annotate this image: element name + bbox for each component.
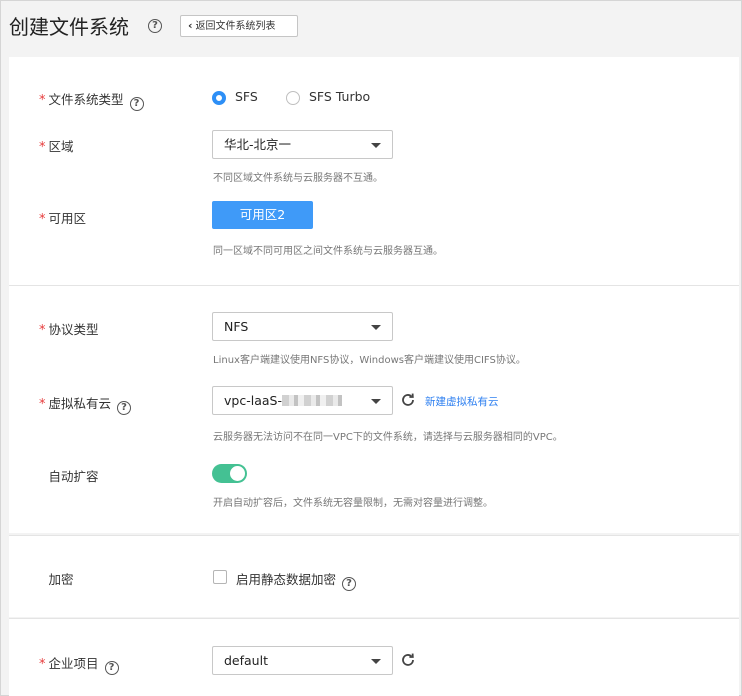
help-icon[interactable]: ? — [342, 577, 357, 591]
basic-section: * 文件系统类型? SFS SFS Turbo * 区域 华北-北京一 不同区域文件… — [9, 57, 739, 285]
required-mark: * — [39, 397, 46, 412]
encryption-section: *加密 启用静态数据加密? — [9, 535, 739, 617]
create-vpc-link[interactable]: 新建虚拟私有云 — [425, 394, 499, 409]
required-mark: * — [39, 657, 46, 672]
region-select-value: 华北-北京一 — [224, 137, 292, 152]
radio-sfs-turbo[interactable] — [286, 91, 300, 105]
page-frame: 创建文件系统 ? ‹ 返回文件系统列表 * 文件系统类型? SFS SFS Turb… — [0, 0, 742, 696]
auto-expand-label-text: 自动扩容 — [48, 469, 99, 484]
auto-expand-hint: 开启自动扩容后，文件系统无容量限制，无需对容量进行调整。 — [213, 498, 493, 509]
required-mark: * — [39, 323, 46, 338]
protocol-hint: Linux客户端建议使用NFS协议，Windows客户端建议使用CIFS协议。 — [213, 355, 526, 366]
chevron-left-icon: ‹ — [188, 19, 193, 32]
network-section: * 协议类型 NFS Linux客户端建议使用NFS协议，Windows客户端建议… — [9, 285, 739, 533]
help-icon[interactable]: ? — [117, 401, 132, 415]
az-label-text: 可用区 — [48, 211, 87, 226]
encryption-label: *加密 — [39, 569, 74, 588]
caret-down-icon — [371, 143, 381, 148]
help-icon[interactable]: ? — [129, 97, 144, 111]
encryption-checkbox[interactable] — [213, 570, 227, 584]
az-label: * 可用区 — [39, 208, 86, 227]
page-title: 创建文件系统 — [9, 15, 129, 39]
protocol-select[interactable]: NFS — [212, 312, 393, 341]
az-hint: 同一区域不同可用区之间文件系统与云服务器互通。 — [213, 246, 443, 257]
vpc-hint: 云服务器无法访问不在同一VPC下的文件系统，请选择与云服务器相同的VPC。 — [213, 432, 563, 443]
back-to-list-button[interactable]: ‹ 返回文件系统列表 — [180, 15, 298, 37]
region-label-text: 区域 — [48, 139, 74, 154]
vpc-label: * 虚拟私有云? — [39, 393, 132, 415]
radio-sfs-turbo-label[interactable]: SFS Turbo — [309, 89, 370, 104]
region-hint: 不同区域文件系统与云服务器不互通。 — [213, 173, 383, 184]
radio-sfs-label[interactable]: SFS — [235, 89, 258, 104]
vpc-select[interactable]: vpc-laaS- — [212, 386, 393, 415]
auto-expand-label: *自动扩容 — [39, 466, 99, 485]
protocol-label-text: 协议类型 — [48, 322, 99, 337]
enterprise-project-select[interactable]: default — [212, 646, 393, 675]
enterprise-project-label-text: 企业项目 — [48, 656, 99, 671]
required-mark: * — [39, 212, 46, 227]
caret-down-icon — [371, 399, 381, 404]
help-icon[interactable]: ? — [104, 661, 119, 675]
redacted-text — [281, 395, 342, 406]
enterprise-project-label: * 企业项目? — [39, 653, 119, 675]
caret-down-icon — [371, 325, 381, 330]
caret-down-icon — [371, 659, 381, 664]
fs-type-label-text: 文件系统类型 — [48, 92, 124, 107]
vpc-select-value: vpc-laaS- — [224, 393, 282, 408]
region-select[interactable]: 华北-北京一 — [212, 130, 393, 159]
az-option-button[interactable]: 可用区2 — [212, 201, 313, 229]
refresh-icon[interactable] — [400, 392, 416, 408]
encryption-label-text: 加密 — [48, 572, 74, 587]
vpc-label-text: 虚拟私有云 — [48, 396, 112, 411]
region-label: * 区域 — [39, 136, 74, 155]
auto-expand-toggle[interactable] — [212, 464, 247, 483]
enterprise-project-value: default — [224, 653, 268, 668]
back-button-label: 返回文件系统列表 — [195, 21, 276, 32]
encryption-checkbox-text: 启用静态数据加密 — [236, 572, 337, 587]
protocol-select-value: NFS — [224, 319, 249, 334]
toggle-knob — [230, 466, 245, 481]
enterprise-section: * 企业项目? default — [9, 618, 739, 696]
protocol-label: * 协议类型 — [39, 319, 99, 338]
encryption-checkbox-label[interactable]: 启用静态数据加密? — [236, 569, 357, 591]
required-mark: * — [39, 140, 46, 155]
required-mark: * — [39, 93, 46, 108]
help-icon[interactable]: ? — [148, 19, 162, 33]
fs-type-label: * 文件系统类型? — [39, 89, 144, 111]
radio-sfs[interactable] — [212, 91, 226, 105]
refresh-icon[interactable] — [400, 652, 416, 668]
page-header: 创建文件系统 ? ‹ 返回文件系统列表 — [1, 1, 741, 51]
